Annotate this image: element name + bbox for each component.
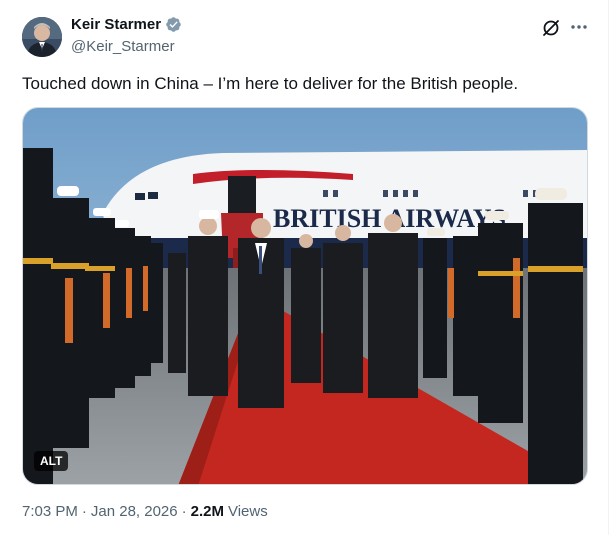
author-display-name[interactable]: Keir Starmer: [71, 16, 161, 33]
tweet-date[interactable]: Jan 28, 2026: [91, 503, 178, 520]
verified-badge-icon: [165, 16, 182, 33]
more-icon[interactable]: [568, 16, 590, 38]
author-handle[interactable]: @Keir_Starmer: [71, 38, 175, 55]
views-label: Views: [227, 503, 268, 520]
meta-separator: ·: [181, 503, 187, 520]
tweet-meta: 7:03 PM · Jan 28, 2026 · 2.2M Views: [22, 503, 268, 520]
tweet-time[interactable]: 7:03 PM: [22, 503, 78, 520]
views-count: 2.2M: [190, 503, 224, 520]
grok-icon[interactable]: [541, 18, 561, 38]
meta-separator: ·: [81, 503, 87, 520]
tweet-photo[interactable]: BRITISH AIRWAYS: [22, 107, 588, 485]
avatar-image: [22, 17, 62, 57]
photo-airport-arrival: BRITISH AIRWAYS: [23, 108, 587, 484]
tweet-text: Touched down in China – I’m here to deli…: [22, 74, 519, 93]
avatar[interactable]: [22, 17, 62, 57]
author-name-row: Keir Starmer: [71, 16, 182, 33]
alt-text-badge[interactable]: ALT: [34, 451, 69, 471]
tweet-card: Keir Starmer @Keir_Starmer Touched down …: [0, 0, 609, 535]
